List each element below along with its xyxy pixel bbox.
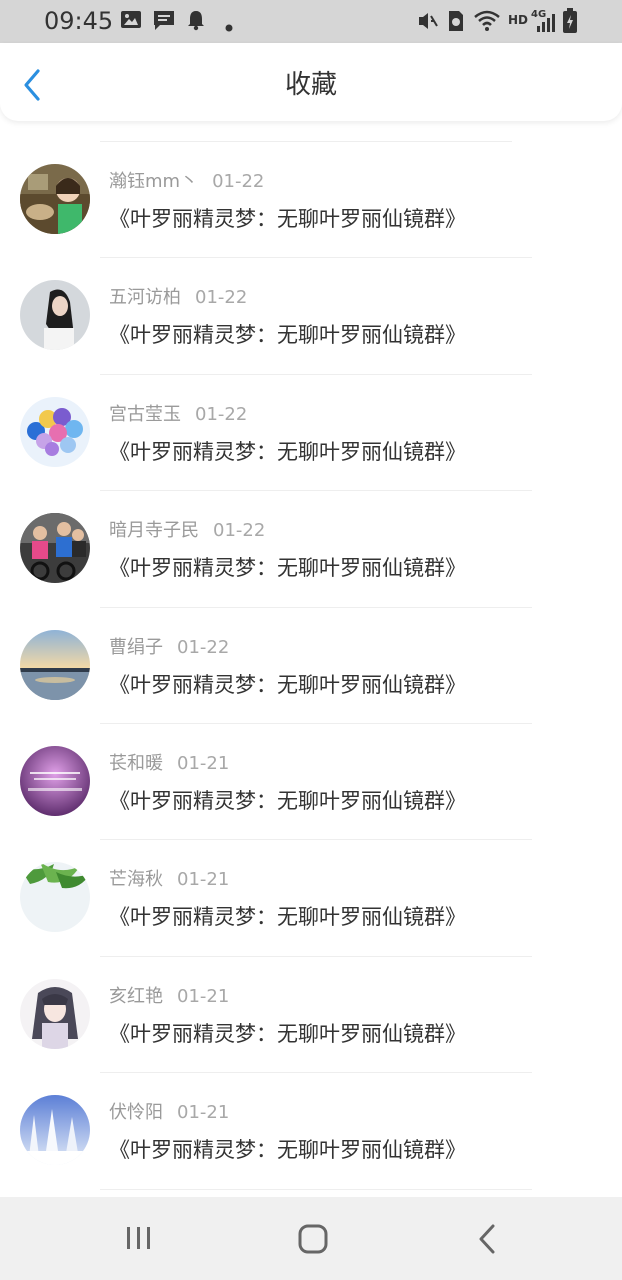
item-author: 苌和暖 <box>109 752 163 774</box>
back-icon[interactable] <box>474 1223 502 1259</box>
item-author: 五河访柏 <box>109 287 181 309</box>
item-meta: 曹绢子 01-22 <box>109 636 229 660</box>
divider <box>100 1188 532 1190</box>
page-title: 收藏 <box>284 70 337 100</box>
avatar[interactable] <box>20 164 90 234</box>
item-meta: 伏怜阳 01-21 <box>109 1101 229 1125</box>
avatar[interactable] <box>20 513 90 584</box>
avatar[interactable] <box>20 745 90 816</box>
item-date: 01-21 <box>177 1102 230 1124</box>
hd-icon: HD <box>508 13 529 27</box>
item-message: 《叶罗丽精灵梦：无聊叶罗丽仙镜群》 <box>109 439 466 464</box>
item-meta: 苌和暖 01-21 <box>109 752 229 776</box>
list-item[interactable]: 五河访柏 01-22 《叶罗丽精灵梦：无聊叶罗丽仙镜群》 <box>0 258 622 375</box>
image-icon <box>120 9 142 35</box>
item-message: 《叶罗丽精灵梦：无聊叶罗丽仙镜群》 <box>109 556 466 581</box>
item-date: 01-22 <box>213 520 266 542</box>
item-meta: 五河访柏 01-22 <box>109 286 247 310</box>
list-item[interactable]: 芒海秋 01-21 《叶罗丽精灵梦：无聊叶罗丽仙镜群》 <box>0 840 622 957</box>
status-time: 09:45 <box>44 7 114 35</box>
item-author: 芒海秋 <box>109 869 163 891</box>
item-meta: 瀚钰mm丶 01-22 <box>109 170 264 194</box>
navigation-bar <box>0 1197 622 1280</box>
avatar[interactable] <box>20 978 90 1049</box>
item-meta: 宫古莹玉 01-22 <box>109 403 247 427</box>
item-date: 01-21 <box>177 752 230 774</box>
bell-icon <box>185 9 207 35</box>
battery-icon <box>562 8 578 38</box>
item-message: 《叶罗丽精灵梦：无聊叶罗丽仙镜群》 <box>109 1138 466 1163</box>
header: 收藏 <box>0 43 622 121</box>
item-date: 01-22 <box>212 171 265 192</box>
list-item[interactable]: 亥红艳 01-21 《叶罗丽精灵梦：无聊叶罗丽仙镜群》 <box>0 957 622 1074</box>
item-message: 《叶罗丽精灵梦：无聊叶罗丽仙镜群》 <box>109 672 466 697</box>
recent-apps-icon[interactable] <box>124 1223 154 1257</box>
item-date: 01-21 <box>177 985 230 1007</box>
list-item[interactable]: 暗月寺子民 01-22 《叶罗丽精灵梦：无聊叶罗丽仙镜群》 <box>0 491 622 608</box>
signal-4g-icon: 4G <box>531 6 557 38</box>
item-date: 01-21 <box>177 869 230 891</box>
avatar[interactable] <box>20 862 90 933</box>
avatar[interactable] <box>20 1095 90 1166</box>
avatar[interactable] <box>20 280 90 351</box>
item-date: 01-22 <box>195 403 248 425</box>
mute-icon <box>416 9 440 37</box>
favorites-list: 瀚钰mm丶 01-22 《叶罗丽精灵梦：无聊叶罗丽仙镜群》 五河访柏 01-22 《叶罗丽… <box>0 142 622 1190</box>
status-bar: 09:45 HD 4G <box>0 0 622 43</box>
item-author: 瀚钰mm丶 <box>109 171 199 192</box>
list-item[interactable]: 苌和暖 01-21 《叶罗丽精灵梦：无聊叶罗丽仙镜群》 <box>0 724 622 841</box>
item-date: 01-22 <box>177 636 230 658</box>
item-author: 宫古莹玉 <box>109 403 181 425</box>
item-date: 01-22 <box>195 287 248 309</box>
list-item[interactable]: 曹绢子 01-22 《叶罗丽精灵梦：无聊叶罗丽仙镜群》 <box>0 608 622 724</box>
item-message: 《叶罗丽精灵梦：无聊叶罗丽仙镜群》 <box>109 905 466 930</box>
item-message: 《叶罗丽精灵梦：无聊叶罗丽仙镜群》 <box>109 323 466 348</box>
wifi-icon <box>473 9 501 37</box>
item-message: 《叶罗丽精灵梦：无聊叶罗丽仙镜群》 <box>109 1021 466 1046</box>
svg-text:4G: 4G <box>531 9 546 20</box>
item-author: 暗月寺子民 <box>109 520 199 542</box>
list-item[interactable]: 瀚钰mm丶 01-22 《叶罗丽精灵梦：无聊叶罗丽仙镜群》 <box>0 142 622 259</box>
message-icon <box>152 9 176 35</box>
item-message: 《叶罗丽精灵梦：无聊叶罗丽仙镜群》 <box>109 788 466 813</box>
home-icon[interactable] <box>297 1223 329 1259</box>
sim-icon <box>447 9 465 37</box>
list-item[interactable]: 宫古莹玉 01-22 《叶罗丽精灵梦：无聊叶罗丽仙镜群》 <box>0 375 622 492</box>
item-message: 《叶罗丽精灵梦：无聊叶罗丽仙镜群》 <box>109 207 466 231</box>
item-meta: 芒海秋 01-21 <box>109 868 229 892</box>
item-author: 亥红艳 <box>109 985 163 1007</box>
avatar[interactable] <box>20 629 90 700</box>
item-author: 曹绢子 <box>109 636 163 658</box>
avatar[interactable] <box>20 396 90 467</box>
item-author: 伏怜阳 <box>109 1102 163 1124</box>
dot-icon <box>225 17 233 36</box>
item-meta: 亥红艳 01-21 <box>109 985 229 1009</box>
item-meta: 暗月寺子民 01-22 <box>109 519 265 543</box>
list-item[interactable]: 伏怜阳 01-21 《叶罗丽精灵梦：无聊叶罗丽仙镜群》 <box>0 1073 622 1190</box>
